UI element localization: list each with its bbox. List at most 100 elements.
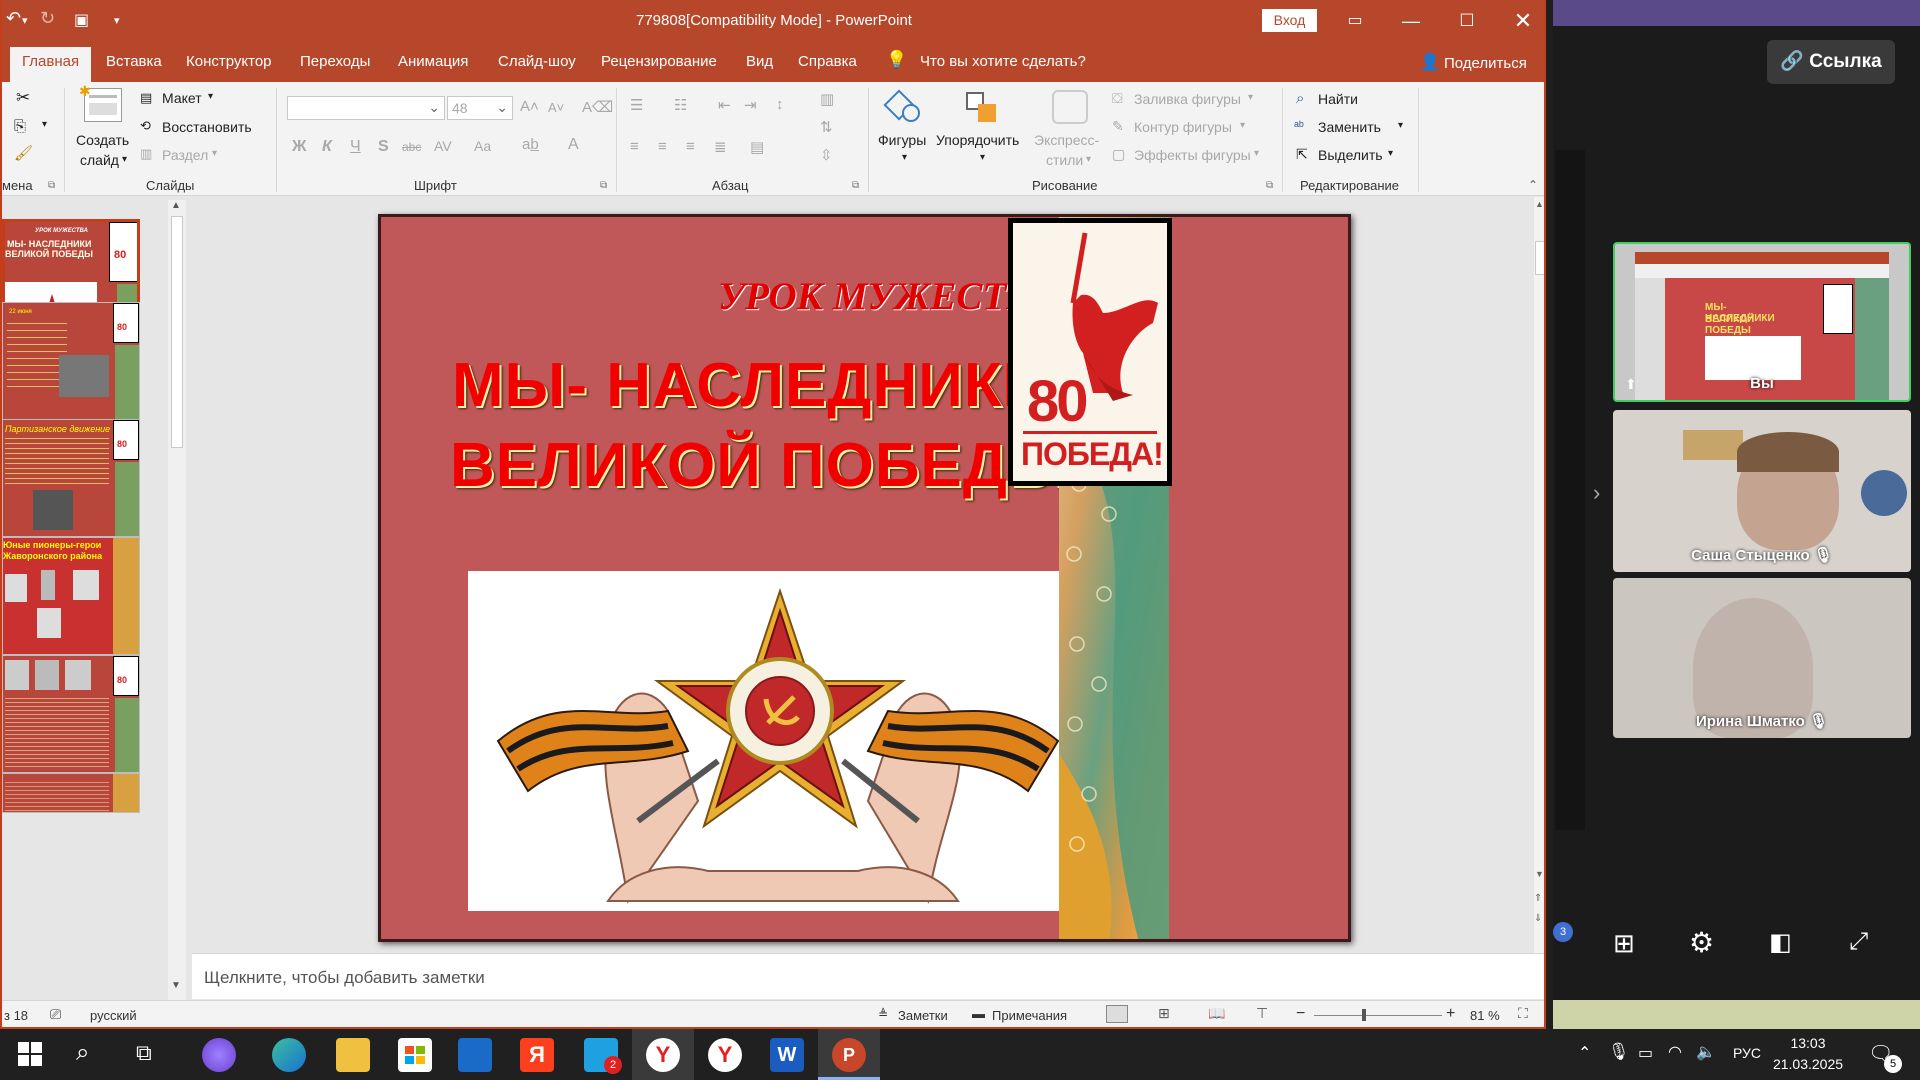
windows-start-icon[interactable] [18, 1042, 42, 1066]
microsoft-store-icon[interactable] [398, 1038, 432, 1072]
zoom-in-icon[interactable]: + [1446, 1005, 1455, 1023]
comments-icon[interactable]: ▬ [972, 1006, 985, 1021]
tab-transitions[interactable]: Переходы [300, 53, 370, 70]
battery-icon[interactable]: ▭ [1638, 1043, 1653, 1063]
tab-insert[interactable]: Вставка [106, 53, 162, 70]
fit-to-window-icon[interactable]: ⛶ [1518, 1005, 1528, 1022]
shapes-icon[interactable] [883, 89, 922, 124]
font-name-field[interactable]: ⌄ [287, 96, 445, 120]
tab-help[interactable]: Справка [798, 53, 857, 70]
align-right-icon[interactable]: ≡ [686, 138, 695, 155]
participant-video-2[interactable]: Ирина Шматко 🎙 [1613, 578, 1911, 738]
link-button[interactable]: 🔗 Ссылка [1767, 40, 1895, 84]
shape-fill-icon[interactable]: ⛋ [1112, 90, 1123, 107]
layout-dropdown-icon[interactable]: ▾ [208, 91, 213, 102]
shape-effects-button[interactable]: Эффекты фигуры [1134, 147, 1251, 163]
shape-outline-icon[interactable]: ✎ [1112, 118, 1124, 135]
section-icon[interactable]: ▥ [140, 146, 152, 162]
decrease-indent-icon[interactable]: ⇤ [718, 96, 731, 114]
login-button[interactable]: Вход [1262, 9, 1317, 32]
tab-design[interactable]: Конструктор [186, 53, 272, 70]
align-center-icon[interactable]: ≡ [658, 138, 667, 155]
columns-icon[interactable]: ▥ [820, 90, 834, 108]
word-icon[interactable]: W [770, 1038, 804, 1072]
tab-review[interactable]: Рецензирование [601, 53, 717, 70]
italic-button[interactable]: К [322, 138, 332, 156]
replace-icon[interactable]: ᵃᵇ [1294, 118, 1304, 133]
layout-icon[interactable]: ▤ [140, 90, 152, 106]
find-icon[interactable]: ⌕ [1296, 90, 1304, 107]
copy-icon[interactable]: ⎘ [14, 118, 26, 135]
yandex-icon[interactable]: Я [520, 1038, 554, 1072]
shape-outline-dropdown-icon[interactable]: ▾ [1240, 120, 1245, 131]
clock-date[interactable]: 21.03.2025 [1768, 1056, 1848, 1072]
spellcheck-icon[interactable]: ⎚ [50, 1006, 61, 1023]
wifi-icon[interactable]: ◠ [1668, 1042, 1682, 1062]
yandex-browser-icon[interactable]: Y [646, 1038, 680, 1072]
maximize-button[interactable]: ☐ [1440, 0, 1494, 42]
quick-styles-button-2[interactable]: стили [1046, 152, 1083, 168]
tell-me-search[interactable]: Что вы хотите сделать? [920, 53, 1086, 70]
reset-icon[interactable]: ⟲ [140, 118, 151, 134]
text-direction-icon[interactable]: ⇅ [820, 118, 833, 136]
zoom-level[interactable]: 81 % [1470, 1008, 1500, 1023]
collapse-ribbon-icon[interactable]: ⌃ [1528, 178, 1538, 192]
minimize-button[interactable]: — [1384, 0, 1438, 42]
tab-animations[interactable]: Анимация [398, 53, 468, 70]
arrange-dropdown-icon[interactable]: ▾ [980, 152, 985, 163]
slideshow-view-icon[interactable]: ⊤ [1256, 1005, 1268, 1022]
new-slide-icon[interactable]: ✱ [79, 83, 122, 122]
mail-icon[interactable] [458, 1038, 492, 1072]
increase-indent-icon[interactable]: ⇥ [744, 96, 757, 114]
shape-effects-icon[interactable]: ▢ [1112, 146, 1125, 163]
highlight-icon[interactable]: ab̲ [522, 136, 539, 153]
select-button[interactable]: Выделить [1318, 147, 1383, 163]
decrease-font-icon[interactable]: A˅ [548, 100, 564, 115]
search-icon[interactable]: ⌕ [76, 1039, 89, 1067]
slide-scroll-up-icon[interactable]: ▲ [1535, 199, 1544, 209]
slide-thumbnail-4[interactable]: Юные пионеры-герои Жаворонского района [2, 537, 140, 655]
shape-outline-button[interactable]: Контур фигуры [1134, 119, 1232, 135]
zoom-slider-thumb[interactable] [1362, 1009, 1366, 1021]
find-button[interactable]: Найти [1318, 91, 1358, 107]
font-size-field[interactable]: 48 ⌄ [447, 96, 513, 120]
line-spacing-icon[interactable]: ↕ [776, 96, 784, 113]
layout-button[interactable]: Макет [162, 90, 202, 106]
scroll-down-icon[interactable]: ▼ [171, 980, 181, 991]
new-slide-dropdown-icon[interactable]: ▾ [122, 154, 127, 165]
language-indicator[interactable]: русский [90, 1008, 137, 1023]
grid-view-icon[interactable]: ⊞ [1613, 928, 1635, 959]
zoom-slider[interactable] [1314, 1015, 1442, 1016]
next-slide-icon[interactable]: ⇓ [1534, 913, 1542, 924]
select-dropdown-icon[interactable]: ▾ [1388, 148, 1393, 159]
thumbnail-scrollbar[interactable]: ▲ ▼ [168, 200, 186, 1000]
clear-formatting-icon[interactable]: A⌫ [582, 98, 613, 116]
notes-pane[interactable]: Щелкните, чтобы добавить заметки [192, 953, 1544, 999]
show-hidden-icons-chevron-icon[interactable]: ⌃ [1578, 1043, 1591, 1063]
align-left-icon[interactable]: ≡ [630, 138, 639, 155]
self-video-tile[interactable]: МЫ- НАСЛЕДНИКИ ВЕЛИКОЙ ПОБЕДЫ ⬆ Вы [1613, 242, 1911, 402]
arrange-button[interactable]: Упорядочить [936, 132, 1019, 148]
share-button[interactable]: Поделиться [1444, 55, 1527, 72]
shapes-button[interactable]: Фигуры [878, 132, 926, 148]
section-button[interactable]: Раздел [162, 147, 208, 163]
replace-button[interactable]: Заменить [1318, 119, 1381, 135]
edge-browser-icon[interactable] [272, 1038, 306, 1072]
bullets-icon[interactable]: ☰ [630, 96, 643, 114]
drawing-launcher-icon[interactable]: ⧉ [1266, 180, 1273, 191]
copy-dropdown-icon[interactable]: ▾ [42, 119, 47, 130]
strikethrough-button[interactable]: abc [402, 140, 421, 154]
numbering-icon[interactable]: ☷ [674, 96, 687, 114]
fullscreen-icon[interactable]: ⤢ [1849, 928, 1868, 956]
paragraph-launcher-icon[interactable]: ⧉ [852, 180, 859, 191]
clock-time[interactable]: 13:03 [1768, 1035, 1848, 1051]
file-explorer-icon[interactable] [336, 1038, 370, 1072]
normal-view-icon[interactable] [1106, 1005, 1128, 1023]
quick-styles-dropdown-icon[interactable]: ▾ [1086, 154, 1091, 165]
quick-styles-button[interactable]: Экспресс- [1034, 132, 1099, 148]
reset-button[interactable]: Восстановить [162, 119, 252, 135]
font-launcher-icon[interactable]: ⧉ [600, 180, 607, 191]
scroll-up-icon[interactable]: ▲ [171, 200, 181, 211]
shape-fill-button[interactable]: Заливка фигуры [1134, 91, 1241, 107]
new-slide-label-2[interactable]: слайд [80, 152, 119, 168]
